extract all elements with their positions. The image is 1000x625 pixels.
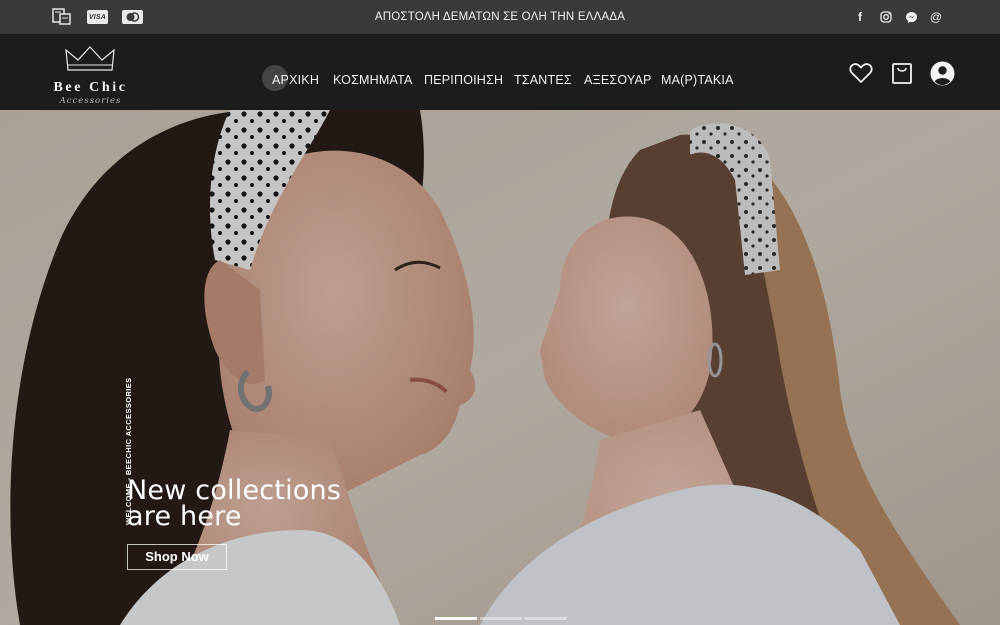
top-bar: VISA ΑΠΟΣΤΟΛΗ ΔΕΜΑΤΩΝ ΣΕ ΟΛΗ ΤΗΝ ΕΛΛΑΔΑ … bbox=[0, 0, 1000, 34]
logo-subtitle: Accessories bbox=[59, 96, 122, 106]
nav-item-jewelry[interactable]: ΚΟΣΜΗΜΑΤΑ bbox=[333, 34, 413, 110]
shop-now-button[interactable]: Shop Now bbox=[127, 544, 227, 570]
hero-headline: New collections are here bbox=[127, 477, 341, 532]
instagram-icon[interactable] bbox=[879, 10, 893, 24]
nav-item-bags[interactable]: ΤΣΑΝΤΕΣ bbox=[514, 34, 572, 110]
facebook-icon[interactable]: f bbox=[853, 10, 867, 24]
shipping-promo-text: ΑΠΟΣΤΟΛΗ ΔΕΜΑΤΩΝ ΣΕ ΟΛΗ ΤΗΝ ΕΛΛΑΔΑ bbox=[374, 11, 626, 23]
account-user-icon[interactable] bbox=[929, 60, 955, 86]
wishlist-heart-icon[interactable] bbox=[848, 60, 874, 86]
crown-icon bbox=[65, 46, 115, 71]
nav-item-care[interactable]: ΠΕΡΙΠΟΙΗΣΗ bbox=[424, 34, 503, 110]
email-icon[interactable]: @ bbox=[929, 10, 943, 24]
logo-name: Bee Chic bbox=[53, 80, 128, 95]
logo[interactable]: Bee Chic Accessories bbox=[38, 42, 143, 106]
nav-item-home[interactable]: ΑΡΧΙΚΗ bbox=[272, 34, 319, 110]
slider-dot-3[interactable] bbox=[525, 617, 567, 620]
slider-dot-1[interactable] bbox=[435, 617, 477, 620]
nav-item-martakia[interactable]: ΜΑ(Ρ)ΤΑΚΙΑ bbox=[661, 34, 734, 110]
main-header: Bee Chic Accessories ΑΡΧΙΚΗ ΚΟΣΜΗΜΑΤΑ ΠΕ… bbox=[0, 34, 1000, 110]
shopping-bag-icon[interactable] bbox=[889, 60, 915, 86]
messenger-icon[interactable] bbox=[904, 10, 918, 24]
slider-dot-2[interactable] bbox=[480, 617, 522, 620]
hero-headline-line2: are here bbox=[127, 501, 242, 532]
nav-item-accessories[interactable]: ΑΞΕΣΟΥΑΡ bbox=[584, 34, 652, 110]
